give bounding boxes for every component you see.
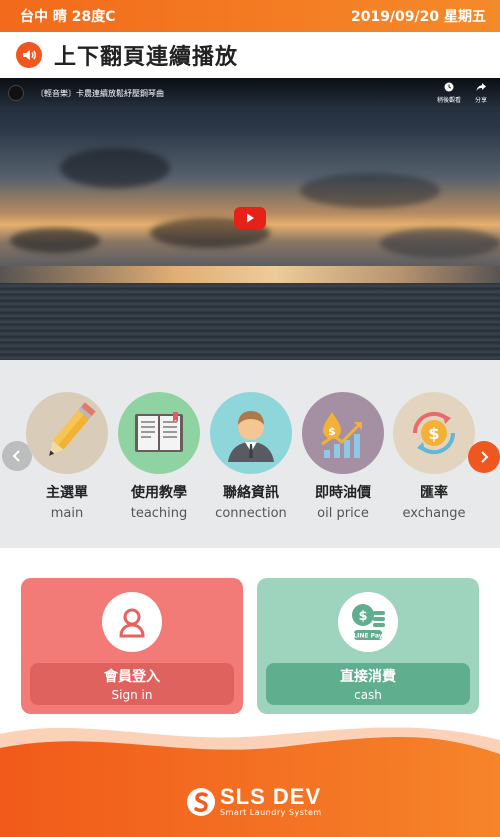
signin-card[interactable]: 會員登入 Sign in [21, 578, 243, 714]
brand-name: SLS DEV [220, 784, 322, 809]
menu-label-en: connection [215, 506, 287, 521]
video-player[interactable]: 〔輕音樂〕卡農連續放鬆紓壓鋼琴曲 稍後觀看 分享 [0, 78, 500, 360]
menu-label-en: exchange [402, 506, 466, 521]
menu-item-exchange[interactable]: $ 匯率 exchange [391, 392, 477, 521]
sls-logo-icon [187, 787, 215, 816]
menu-label-en: teaching [130, 506, 188, 521]
footer: SLS DEV Smart Laundry System [0, 720, 500, 837]
person-icon [228, 411, 274, 462]
title-bar: 上下翻頁連續播放 [0, 32, 500, 78]
oil-chart-icon: $ [321, 412, 362, 458]
video-title[interactable]: 〔輕音樂〕卡農連續放鬆紓壓鋼琴曲 [36, 88, 164, 99]
channel-avatar[interactable] [8, 85, 24, 101]
location-weather: 台中 晴 28度C [20, 9, 116, 25]
watch-later-button[interactable]: 稍後觀看 [437, 82, 461, 104]
menu-circle[interactable] [26, 392, 108, 474]
menu-label-zh: 即時油價 [315, 485, 371, 501]
signin-button[interactable]: 會員登入 Sign in [30, 663, 234, 705]
play-button[interactable] [234, 207, 266, 229]
share-icon [476, 83, 486, 91]
menu-label-zh: 主選單 [46, 485, 88, 501]
brand-logo: SLS DEV Smart Laundry System [186, 786, 322, 817]
currency-exchange-icon: $ [412, 411, 456, 455]
date-time: 2019/09/20 星期五 [350, 9, 486, 25]
cash-label-en: cash [354, 688, 382, 702]
share-button[interactable]: 分享 [475, 82, 487, 104]
menu-circle[interactable] [210, 392, 292, 474]
menu-label-en: oil price [317, 506, 369, 521]
menu-carousel: 主選單 main 使用教學 teaching 聯絡資訊 connection $… [0, 360, 500, 548]
svg-text:LINE Pay: LINE Pay [353, 633, 382, 640]
brand-tagline: Smart Laundry System [220, 808, 322, 817]
clock-icon [444, 82, 454, 92]
pencil-icon [49, 402, 96, 456]
menu-label-en: main [50, 506, 84, 521]
chevron-left-icon [12, 450, 20, 462]
menu-label-zh: 使用教學 [131, 485, 187, 501]
watch-later-label: 稍後觀看 [437, 97, 462, 104]
svg-text:$: $ [358, 609, 367, 624]
menu-item-connection[interactable]: 聯絡資訊 connection [208, 392, 294, 521]
book-icon [135, 412, 183, 452]
menu-label-zh: 匯率 [420, 485, 448, 501]
menu-item-oil-price[interactable]: $ 即時油價 oil price [300, 392, 386, 521]
share-label: 分享 [475, 97, 488, 104]
cash-card[interactable]: $ LINE Pay 直接消費 cash [257, 578, 479, 714]
footer-wave [0, 727, 500, 837]
linepay-coins-icon: $ LINE Pay [338, 592, 398, 652]
svg-text:$: $ [428, 424, 439, 443]
signin-label-zh: 會員登入 [104, 669, 160, 685]
video-header: 〔輕音樂〕卡農連續放鬆紓壓鋼琴曲 [0, 78, 500, 108]
menu-item-main[interactable]: 主選單 main [24, 392, 110, 521]
signin-label-en: Sign in [111, 688, 153, 702]
menu-label-zh: 聯絡資訊 [223, 485, 279, 501]
status-bar: 台中 晴 28度C 2019/09/20 星期五 [0, 0, 500, 32]
cash-button[interactable]: 直接消費 cash [266, 663, 470, 705]
chevron-right-icon [481, 451, 489, 463]
page-title: 上下翻頁連續播放 [54, 45, 239, 70]
user-icon [102, 592, 162, 652]
carousel-next-button[interactable] [468, 441, 500, 473]
menu-circle[interactable]: $ [302, 392, 384, 474]
cash-label-zh: 直接消費 [340, 669, 396, 685]
menu-item-teaching[interactable]: 使用教學 teaching [116, 392, 202, 521]
speaker-icon[interactable] [16, 42, 42, 68]
play-icon [247, 213, 254, 223]
menu-circle[interactable] [118, 392, 200, 474]
menu-circle[interactable]: $ [393, 392, 475, 474]
